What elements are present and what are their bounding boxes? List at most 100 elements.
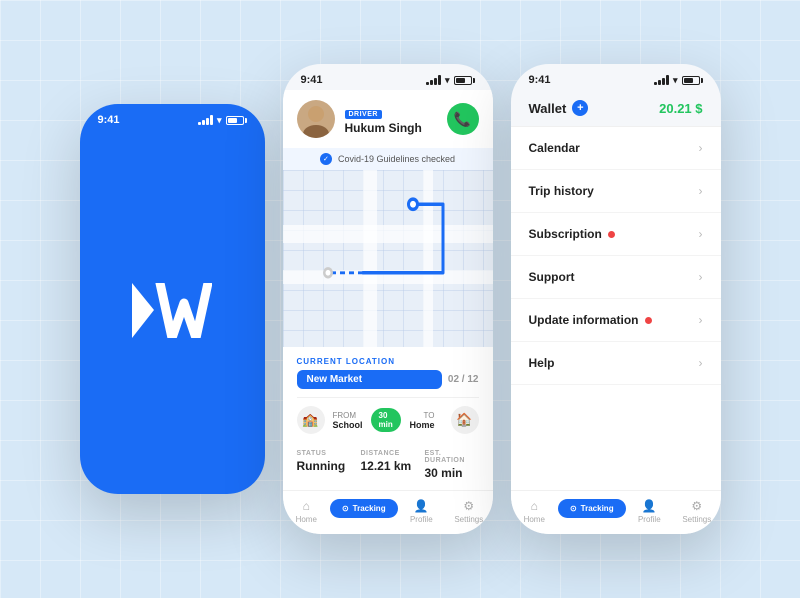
nav-settings-label-2: Settings bbox=[454, 515, 483, 524]
wallet-amount: 20.21 $ bbox=[659, 101, 702, 116]
wifi-icon-1: ▾ bbox=[217, 115, 222, 126]
nav-home-label-2: Home bbox=[296, 515, 317, 524]
stats-row: STATUS Running DISTANCE 12.21 km EST. DU… bbox=[283, 442, 493, 490]
covid-banner: ✓ Covid-19 Guidelines checked bbox=[283, 148, 493, 170]
duration-badge: 30 min bbox=[371, 408, 402, 432]
chevron-icon-calendar: › bbox=[699, 141, 703, 155]
covid-check-icon: ✓ bbox=[320, 153, 332, 165]
location-name: New Market bbox=[297, 370, 442, 389]
from-icon: 🏫 bbox=[297, 406, 325, 434]
chevron-icon-help: › bbox=[699, 356, 703, 370]
distance-value: 12.21 km bbox=[361, 459, 415, 473]
location-section: CURRENT LOCATION New Market 02 / 12 🏫 FR… bbox=[283, 347, 493, 442]
status-time-3: 9:41 bbox=[529, 74, 551, 86]
wifi-icon-3: ▾ bbox=[673, 75, 678, 86]
nav-settings-label-3: Settings bbox=[682, 515, 711, 524]
av-logo bbox=[132, 283, 212, 338]
menu-item-calendar[interactable]: Calendar › bbox=[511, 127, 721, 170]
to-icon: 🏠 bbox=[451, 406, 479, 434]
chevron-icon-support: › bbox=[699, 270, 703, 284]
driver-avatar bbox=[297, 100, 335, 138]
to-info: TO Home bbox=[409, 411, 434, 430]
home-icon-3: ⌂ bbox=[531, 499, 538, 513]
splash-content bbox=[80, 130, 265, 490]
status-bar-3: 9:41 ▾ bbox=[511, 64, 721, 90]
menu-items: Calendar › Trip history › Subscription › bbox=[511, 127, 721, 490]
nav-home-label-3: Home bbox=[524, 515, 545, 524]
distance-label: DISTANCE bbox=[361, 450, 415, 457]
battery-icon-1 bbox=[226, 116, 247, 125]
tracking-icon-2: ⊙ bbox=[342, 504, 349, 513]
wallet-add-button[interactable]: + bbox=[572, 100, 588, 116]
tracking-icon-3: ⊙ bbox=[570, 504, 577, 513]
status-value: Running bbox=[297, 459, 351, 473]
wifi-icon-2: ▾ bbox=[445, 75, 450, 86]
chevron-icon-trip-history: › bbox=[699, 184, 703, 198]
nav-bar-2: ⌂ Home ⊙ Tracking 👤 Profile ⚙ Settings bbox=[283, 490, 493, 534]
wallet-label: Wallet bbox=[529, 101, 567, 116]
nav-tracking-2[interactable]: ⊙ Tracking bbox=[330, 499, 398, 524]
phone-tracking: 9:41 ▾ DRIVER bbox=[283, 64, 493, 534]
signal-icon-2 bbox=[426, 75, 441, 85]
nav-settings-2[interactable]: ⚙ Settings bbox=[445, 499, 492, 524]
to-label: TO bbox=[409, 411, 434, 420]
menu-item-label-trip-history: Trip history bbox=[529, 184, 594, 198]
nav-settings-3[interactable]: ⚙ Settings bbox=[673, 499, 720, 524]
menu-item-trip-history[interactable]: Trip history › bbox=[511, 170, 721, 213]
nav-profile-3[interactable]: 👤 Profile bbox=[626, 499, 673, 524]
location-label: CURRENT LOCATION bbox=[297, 357, 479, 366]
route-summary: 🏫 FROM School 30 min TO Home 🏠 bbox=[297, 397, 479, 442]
profile-icon-2: 👤 bbox=[414, 499, 429, 513]
from-place: School bbox=[333, 420, 363, 430]
menu-item-update-info[interactable]: Update information › bbox=[511, 299, 721, 342]
notification-dot-update-info bbox=[645, 317, 652, 324]
home-icon-2: ⌂ bbox=[303, 499, 310, 513]
status-icons-2: ▾ bbox=[426, 75, 474, 86]
battery-icon-2 bbox=[454, 76, 475, 85]
stat-status: STATUS Running bbox=[297, 450, 351, 480]
tracking-label-3: Tracking bbox=[581, 504, 614, 513]
duration-value: 30 min bbox=[425, 466, 479, 480]
nav-profile-label-3: Profile bbox=[638, 515, 661, 524]
menu-item-support[interactable]: Support › bbox=[511, 256, 721, 299]
covid-text: Covid-19 Guidelines checked bbox=[338, 154, 455, 164]
driver-name: Hukum Singh bbox=[345, 121, 437, 135]
status-icons-1: ▾ bbox=[198, 115, 246, 126]
menu-item-subscription[interactable]: Subscription › bbox=[511, 213, 721, 256]
status-bar-1: 9:41 ▾ bbox=[80, 104, 265, 130]
wallet-row: Wallet + 20.21 $ bbox=[511, 90, 721, 127]
status-label: STATUS bbox=[297, 450, 351, 457]
settings-icon-2: ⚙ bbox=[463, 499, 474, 513]
nav-tracking-3[interactable]: ⊙ Tracking bbox=[558, 499, 626, 524]
signal-icon-3 bbox=[654, 75, 669, 85]
from-label: FROM bbox=[333, 411, 363, 420]
wallet-left: Wallet + bbox=[529, 100, 589, 116]
nav-profile-label-2: Profile bbox=[410, 515, 433, 524]
battery-icon-3 bbox=[682, 76, 703, 85]
menu-item-label-help: Help bbox=[529, 356, 555, 370]
nav-home-2[interactable]: ⌂ Home bbox=[283, 499, 330, 524]
stat-distance: DISTANCE 12.21 km bbox=[361, 450, 415, 480]
menu-item-label-support: Support bbox=[529, 270, 575, 284]
tracking-label-2: Tracking bbox=[353, 504, 386, 513]
nav-bar-3: ⌂ Home ⊙ Tracking 👤 Profile ⚙ Settings bbox=[511, 490, 721, 534]
route-svg bbox=[283, 170, 493, 347]
phone-menu: 9:41 ▾ Wallet + 20.21 $ bbox=[511, 64, 721, 534]
status-icons-3: ▾ bbox=[654, 75, 702, 86]
stat-duration: EST. DURATION 30 min bbox=[425, 450, 479, 480]
menu-item-label-update-info: Update information bbox=[529, 313, 652, 327]
driver-card: DRIVER Hukum Singh 📞 bbox=[283, 90, 493, 148]
tracking-btn-2[interactable]: ⊙ Tracking bbox=[330, 499, 398, 518]
call-button[interactable]: 📞 bbox=[447, 103, 479, 135]
profile-icon-3: 👤 bbox=[642, 499, 657, 513]
nav-home-3[interactable]: ⌂ Home bbox=[511, 499, 558, 524]
to-place: Home bbox=[409, 420, 434, 430]
menu-item-help[interactable]: Help › bbox=[511, 342, 721, 385]
menu-content: 9:41 ▾ Wallet + 20.21 $ bbox=[511, 64, 721, 534]
driver-badge: DRIVER bbox=[345, 110, 382, 119]
menu-item-label-subscription: Subscription bbox=[529, 227, 615, 241]
avatar-svg bbox=[297, 100, 335, 138]
tracking-btn-3[interactable]: ⊙ Tracking bbox=[558, 499, 626, 518]
chevron-icon-subscription: › bbox=[699, 227, 703, 241]
nav-profile-2[interactable]: 👤 Profile bbox=[398, 499, 445, 524]
